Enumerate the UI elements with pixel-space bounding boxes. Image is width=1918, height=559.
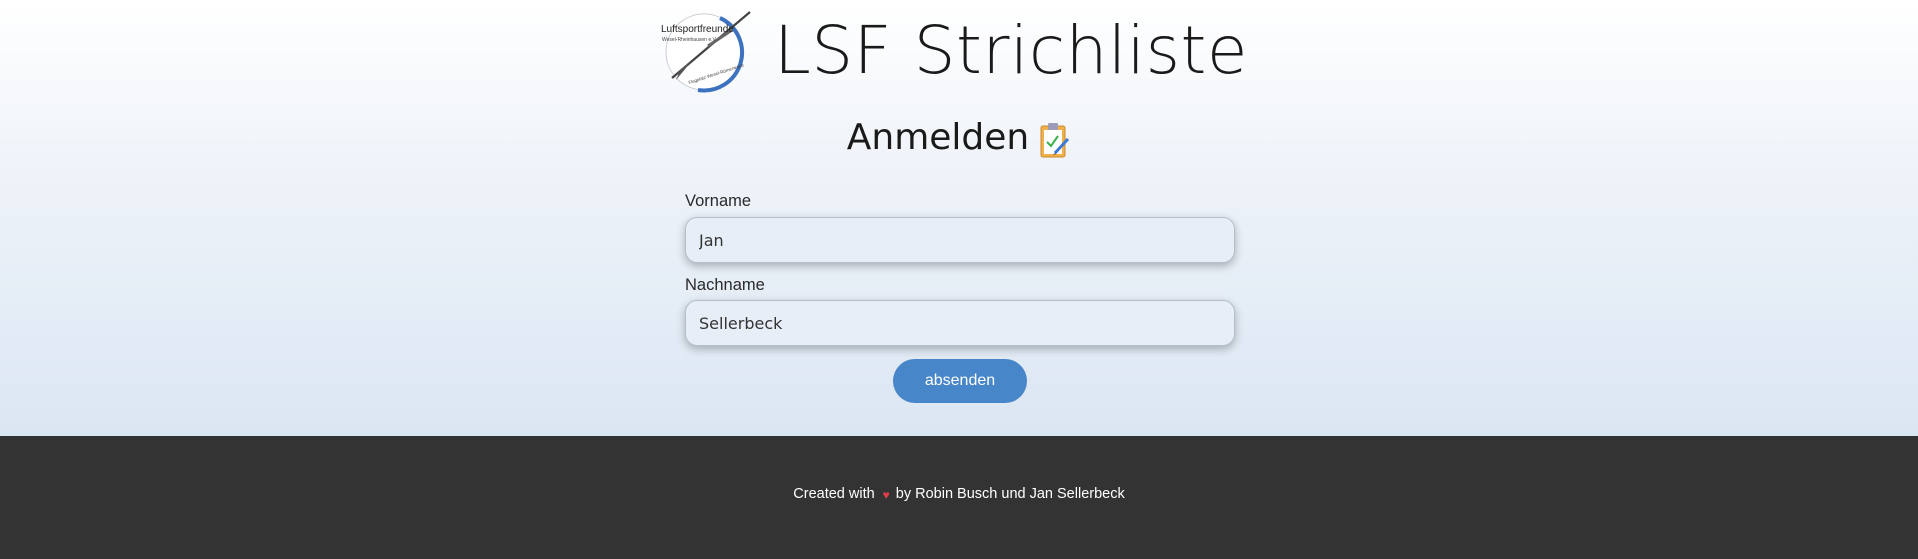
submit-button[interactable]: absenden: [893, 359, 1027, 403]
form-heading: Anmelden: [0, 114, 1918, 162]
firstname-input[interactable]: [685, 217, 1235, 263]
page: Luftsportfreunde Wesel-Rheinhausen e.V. …: [0, 0, 1918, 559]
site-title: LSF Strichliste: [773, 12, 1248, 89]
footer-credit: Created with ♥ by Robin Busch und Jan Sell…: [0, 486, 1918, 502]
page-title: Anmelden: [846, 117, 1030, 158]
footer: Created with ♥ by Robin Busch und Jan Sell…: [0, 436, 1918, 559]
footer-prefix: Created with: [793, 486, 875, 502]
lastname-label: Nachname: [685, 276, 765, 294]
clipboard-icon: [1040, 123, 1070, 158]
club-logo-icon: Luftsportfreunde Wesel-Rheinhausen e.V. …: [661, 11, 751, 93]
lastname-input[interactable]: [685, 300, 1235, 346]
firstname-label: Vorname: [685, 192, 752, 210]
footer-suffix: by Robin Busch und Jan Sellerbeck: [895, 486, 1125, 502]
logo-text-sub: Wesel-Rheinhausen e.V.: [662, 37, 717, 43]
main-area: Luftsportfreunde Wesel-Rheinhausen e.V. …: [0, 0, 1918, 436]
logo-text-top: Luftsportfreunde: [661, 24, 734, 35]
heart-icon: ♥: [882, 488, 890, 502]
header: Luftsportfreunde Wesel-Rheinhausen e.V. …: [0, 8, 1918, 94]
